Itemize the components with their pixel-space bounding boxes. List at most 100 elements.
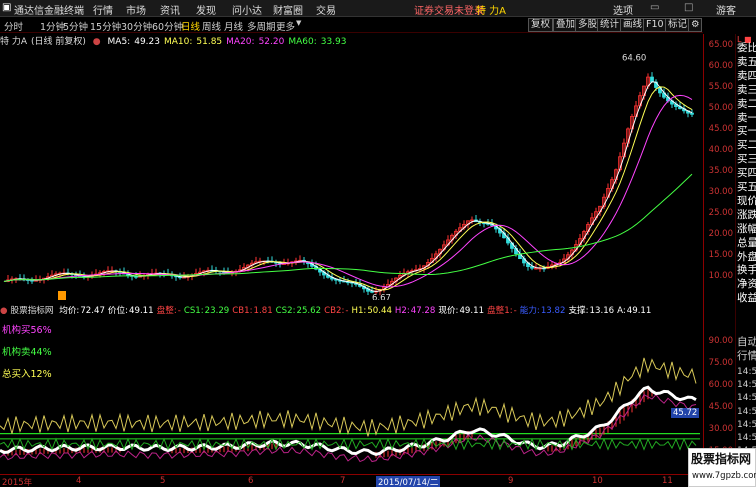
ticker-header[interactable]: 自动 [737, 336, 756, 348]
indicator-current-marker: 45.72 [671, 408, 700, 418]
tab-15min[interactable]: 15分钟 [90, 19, 121, 33]
indicator-tick-label: 60.00 [708, 380, 733, 390]
maximize-icon[interactable]: □ [684, 2, 693, 13]
date-axis-label: 11 [662, 476, 673, 486]
indicator-legend-value: 47.28 [410, 306, 436, 316]
indicator-legend-item: 能力: [519, 306, 540, 316]
date-axis-label: 10 [592, 476, 603, 486]
price-axis: 65.00 60.00 55.00 50.00 45.00 40.00 35.00 30.00… [671, 34, 735, 487]
tab-daily[interactable]: 日线 [181, 19, 200, 33]
indicator-tick-label: 30.00 [708, 424, 733, 434]
fuquan-button[interactable]: 复权 [528, 18, 554, 32]
quote-field-label: 总量 [737, 236, 756, 249]
quote-field-label: 外盘 [737, 250, 756, 263]
indicator-tick-label: 45.00 [708, 402, 733, 412]
indicator-legend-item: CB1: [232, 306, 253, 316]
indicator-legend-item: CS1: [183, 306, 204, 316]
f10-button[interactable]: F10 [643, 18, 667, 32]
price-tick-label: 55.00 [708, 82, 733, 92]
huaxian-button[interactable]: 画线 [620, 18, 646, 32]
tab-30min[interactable]: 30分钟 [121, 19, 152, 33]
candle-body [690, 112, 694, 115]
date-axis-label: 2015/07/14/二 [376, 476, 441, 487]
tab-5min[interactable]: 5分钟 [63, 19, 88, 33]
indicator-legend-value: - [513, 306, 517, 316]
quote-field-label: 买四 [737, 167, 756, 180]
indicator-legend-item: 均价: [59, 306, 80, 316]
tab-more[interactable]: 更多 [276, 19, 295, 33]
indicator-legend-value: 49.11 [129, 306, 154, 316]
indicator-legend-item: 支撑: [568, 306, 589, 316]
header-stock-name: 特 力A [476, 6, 507, 17]
quote-field-label: 涨幅 [737, 222, 756, 235]
quote-field-label: 净资 [737, 278, 756, 291]
quote-field-label: 买五 [737, 181, 756, 193]
menu-item-zixun[interactable]: 资讯 [160, 2, 180, 17]
indicator-legend-item: CB2: [324, 306, 345, 316]
quote-field-label: 涨跌 [737, 208, 756, 221]
app-icon: ▣ [2, 2, 12, 13]
quote-field-label: 收益 [737, 292, 756, 305]
indicator-legend-item: 盘整: [156, 306, 177, 316]
label-jigou-buy: 机构买56% [2, 325, 52, 336]
quote-field-label: 卖五 [737, 55, 756, 68]
ma60-line [3, 173, 693, 282]
indicator-dot-icon: ● [0, 306, 8, 316]
menu-item-faxian[interactable]: 发现 [196, 2, 216, 17]
ticker-time: 14:5 [737, 393, 756, 404]
guest-label[interactable]: 游客 [716, 2, 736, 17]
price-tick-label: 20.00 [708, 229, 733, 239]
tab-fenshi[interactable]: 分时 [4, 19, 23, 33]
indicator-tick-label: 75.00 [708, 358, 733, 368]
ticker-time: 14:5 [737, 367, 756, 377]
label-jigou-sell: 机构卖44% [2, 347, 52, 358]
indicator-legend-value: 13.82 [540, 306, 566, 316]
indicator-chart[interactable] [0, 316, 703, 474]
ticker-time: 14:5 [737, 380, 756, 391]
quote-field-label: 买一 [737, 125, 756, 138]
period-toolbar: 分时 1分钟 5分钟 15分钟 30分钟 60分钟 日线 周线 月线 多周期 更… [0, 17, 703, 33]
indicator-main-line [0, 385, 697, 457]
indicator-legend-item: 价位: [107, 306, 129, 316]
login-notice[interactable]: 证券交易未登录 [414, 2, 484, 17]
quote-field-label: 换手 [737, 264, 756, 277]
price-tick-label: 50.00 [708, 103, 733, 113]
indicator-legend-value: - [345, 306, 349, 316]
menu-item-caifuquan[interactable]: 财富圈 [273, 2, 303, 17]
quote-field-label: 卖一 [737, 111, 756, 124]
more-chevron-icon[interactable]: ▼ [296, 19, 301, 27]
menu-item-shichang[interactable]: 市场 [126, 2, 146, 17]
menu-item-hangqing[interactable]: 行情 [93, 2, 113, 17]
quote-field-label: 现价 [737, 194, 756, 207]
tab-weekly[interactable]: 周线 [202, 19, 221, 33]
tongji-button[interactable]: 统计 [597, 18, 623, 32]
indicator-legend-item: H1: [351, 306, 367, 316]
tab-multi-period[interactable]: 多周期 [247, 19, 276, 33]
indicator-name[interactable]: 股票指标网 [11, 306, 54, 316]
indicator-legend-item: CS2: [275, 306, 296, 316]
price-tick-label: 15.00 [708, 250, 733, 260]
ma20-line [3, 94, 693, 288]
indicator-legend-value: 72.47 [80, 306, 105, 316]
tab-monthly[interactable]: 月线 [224, 19, 243, 33]
menu-item-jiaoyi[interactable]: 交易 [316, 2, 336, 17]
high-annotation: 64.60 [622, 54, 646, 64]
tab-1min[interactable]: 1分钟 [40, 19, 65, 33]
price-tick-label: 65.00 [708, 40, 733, 50]
indicator-legend-value: 25.62 [296, 306, 322, 316]
menu-item-xuanxiang[interactable]: 选项 [613, 2, 633, 17]
candlestick-chart[interactable]: 64.60 6.67 [0, 46, 703, 300]
menu-item-wenxiaoda[interactable]: 问小达 [232, 2, 262, 17]
ma5-line [3, 81, 693, 292]
marker-badge [58, 291, 66, 300]
settings-icon[interactable]: ⚙ [688, 18, 702, 32]
indicator-legend: ● 股票指标网 均价:72.47 价位:49.11 盘整: - CS1:23.29 CB1:… [0, 304, 657, 316]
indicator-legend-item: H2: [394, 306, 410, 316]
indicator-legend-value: 50.44 [367, 306, 392, 316]
ticker-time: 14:5 [737, 419, 756, 430]
tab-60min[interactable]: 60分钟 [152, 19, 183, 33]
minimize-icon[interactable]: ▭ [650, 2, 659, 13]
price-tick-label: 45.00 [708, 124, 733, 134]
indicator-legend-value: 23.29 [204, 306, 230, 316]
biaoji-button[interactable]: 标记 [665, 18, 691, 32]
